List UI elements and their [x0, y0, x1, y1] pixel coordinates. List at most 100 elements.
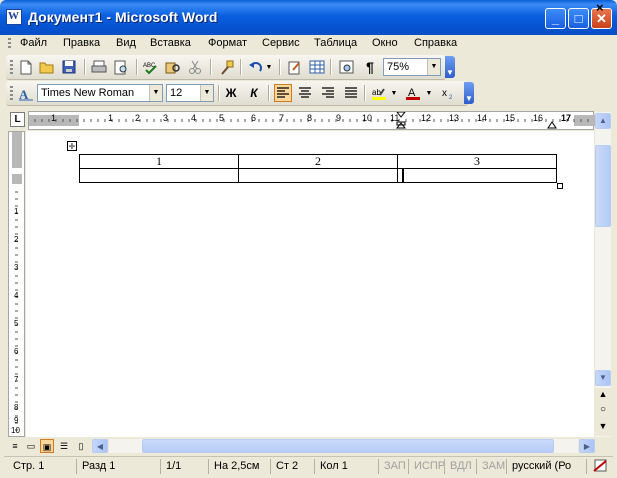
status-column[interactable]: Кол 1: [314, 459, 376, 474]
status-section[interactable]: Разд 1: [76, 459, 156, 474]
dropdown-arrow-icon[interactable]: ▼: [149, 85, 162, 101]
justify-button[interactable]: [342, 84, 360, 102]
highlight-dropdown[interactable]: ▼: [389, 84, 399, 102]
close-document-button[interactable]: ×: [596, 0, 604, 15]
font-size-combo[interactable]: 12 ▼: [166, 84, 214, 102]
status-page[interactable]: Стр. 1: [8, 459, 72, 474]
scroll-up-button[interactable]: ▲: [595, 113, 611, 129]
menu-window[interactable]: Окно: [372, 37, 398, 49]
toolbar-separator: [84, 59, 86, 75]
status-line[interactable]: Ст 2: [270, 459, 312, 474]
menu-format[interactable]: Формат: [208, 37, 247, 49]
dropdown-arrow-icon[interactable]: ▼: [427, 59, 440, 75]
document-page[interactable]: 1 2 3: [26, 131, 594, 437]
zoom-combo[interactable]: 75% ▼: [383, 58, 441, 76]
menu-grip[interactable]: [8, 38, 11, 50]
table-cell[interactable]: 2: [238, 154, 398, 169]
document-table[interactable]: 1 2 3: [79, 154, 557, 183]
table-cell[interactable]: [79, 168, 239, 183]
menu-file[interactable]: Файл: [20, 37, 47, 49]
indent-marker-icon[interactable]: [396, 112, 406, 129]
undo-dropdown[interactable]: ▼: [264, 58, 274, 76]
insert-hyperlink-button[interactable]: [286, 58, 304, 76]
status-overtype[interactable]: ЗАМ: [476, 459, 506, 474]
scroll-down-button[interactable]: ▼: [595, 370, 611, 386]
print-preview-button[interactable]: [112, 58, 130, 76]
status-language[interactable]: русский (Ро: [506, 459, 584, 474]
table-cell[interactable]: 1: [79, 154, 239, 169]
highlight-button[interactable]: ab: [370, 84, 388, 102]
ruler-number: 14: [477, 113, 488, 123]
print-layout-view-button[interactable]: ▣: [40, 439, 54, 453]
status-extend[interactable]: ВДЛ: [444, 459, 476, 474]
scroll-thumb[interactable]: [595, 145, 611, 227]
print-preview-icon: [114, 60, 127, 74]
status-record-macro[interactable]: ЗАП: [378, 459, 408, 474]
format-painter-button[interactable]: [218, 58, 236, 76]
formatting-toolbar-grip[interactable]: [10, 86, 13, 100]
align-center-icon: [299, 87, 311, 98]
scroll-right-button[interactable]: ▶: [579, 439, 595, 453]
normal-view-button[interactable]: ≡: [8, 439, 22, 453]
document-map-button[interactable]: [338, 58, 356, 76]
minimize-button[interactable]: _: [545, 8, 566, 29]
menu-help[interactable]: Справка: [414, 37, 457, 49]
table-resize-handle[interactable]: [557, 183, 563, 189]
font-name-combo[interactable]: Times New Roman ▼: [37, 84, 163, 102]
ruler-number: 5: [219, 113, 225, 123]
right-indent-marker-icon[interactable]: [547, 121, 557, 129]
word-app-icon[interactable]: W: [6, 9, 22, 25]
font-color-button[interactable]: A: [404, 84, 422, 102]
standard-toolbar-options[interactable]: ▼: [445, 56, 455, 78]
formatting-toolbar-options[interactable]: ▼: [464, 82, 474, 104]
pilcrow-icon: ¶: [366, 59, 374, 75]
align-center-button[interactable]: [296, 84, 314, 102]
align-left-button[interactable]: [274, 84, 292, 102]
horizontal-scroll-thumb[interactable]: [142, 439, 554, 453]
open-button[interactable]: [38, 58, 56, 76]
reading-view-button[interactable]: ▯: [74, 439, 88, 453]
vertical-ruler[interactable]: 1 2 3 4 5 6 7 8 9 10: [8, 131, 25, 437]
status-position[interactable]: На 2,5см: [208, 459, 268, 474]
menu-edit[interactable]: Правка: [63, 37, 100, 49]
insert-table-button[interactable]: [308, 58, 326, 76]
italic-button[interactable]: К: [245, 84, 263, 102]
status-track-changes[interactable]: ИСПР: [408, 459, 445, 474]
spelling-status-button[interactable]: [586, 459, 613, 474]
horizontal-ruler[interactable]: 1 1 2 3 4 5 6 7 8 9 10 11 12 13 14 15 16…: [28, 111, 595, 130]
print-button[interactable]: [90, 58, 108, 76]
subscript-button[interactable]: x2: [439, 84, 457, 102]
table-cell[interactable]: [238, 168, 398, 183]
menu-insert[interactable]: Вставка: [150, 37, 191, 49]
research-button[interactable]: [164, 58, 182, 76]
bold-button[interactable]: Ж: [222, 84, 240, 102]
status-pages[interactable]: 1/1: [160, 459, 204, 474]
menu-view[interactable]: Вид: [116, 37, 136, 49]
show-hide-marks-button[interactable]: ¶: [361, 58, 379, 76]
table-cell[interactable]: [397, 168, 557, 183]
minimize-icon: _: [551, 11, 560, 26]
menu-table[interactable]: Таблица: [314, 37, 357, 49]
spelling-button[interactable]: ABC: [142, 58, 160, 76]
maximize-button[interactable]: □: [568, 8, 589, 29]
vruler-number: 6: [14, 347, 19, 356]
tab-selector[interactable]: L: [10, 112, 25, 127]
browse-object-button[interactable]: ○: [597, 404, 609, 415]
save-button[interactable]: [60, 58, 78, 76]
standard-toolbar-grip[interactable]: [10, 60, 13, 74]
font-color-dropdown[interactable]: ▼: [424, 84, 434, 102]
align-right-button[interactable]: [319, 84, 337, 102]
web-view-button[interactable]: ▭: [24, 439, 38, 453]
previous-page-button[interactable]: ▲: [597, 389, 609, 399]
table-cell[interactable]: 3: [397, 154, 557, 169]
next-page-button[interactable]: ▼: [597, 421, 609, 431]
scroll-left-button[interactable]: ◀: [92, 439, 108, 453]
table-move-handle[interactable]: ✛: [67, 141, 77, 151]
cut-button[interactable]: [186, 58, 204, 76]
styles-button[interactable]: A: [17, 84, 35, 102]
undo-button[interactable]: [246, 58, 264, 76]
dropdown-arrow-icon[interactable]: ▼: [200, 85, 213, 101]
new-document-button[interactable]: [17, 58, 35, 76]
outline-view-button[interactable]: ☰: [57, 439, 71, 453]
menu-tools[interactable]: Сервис: [262, 37, 300, 49]
